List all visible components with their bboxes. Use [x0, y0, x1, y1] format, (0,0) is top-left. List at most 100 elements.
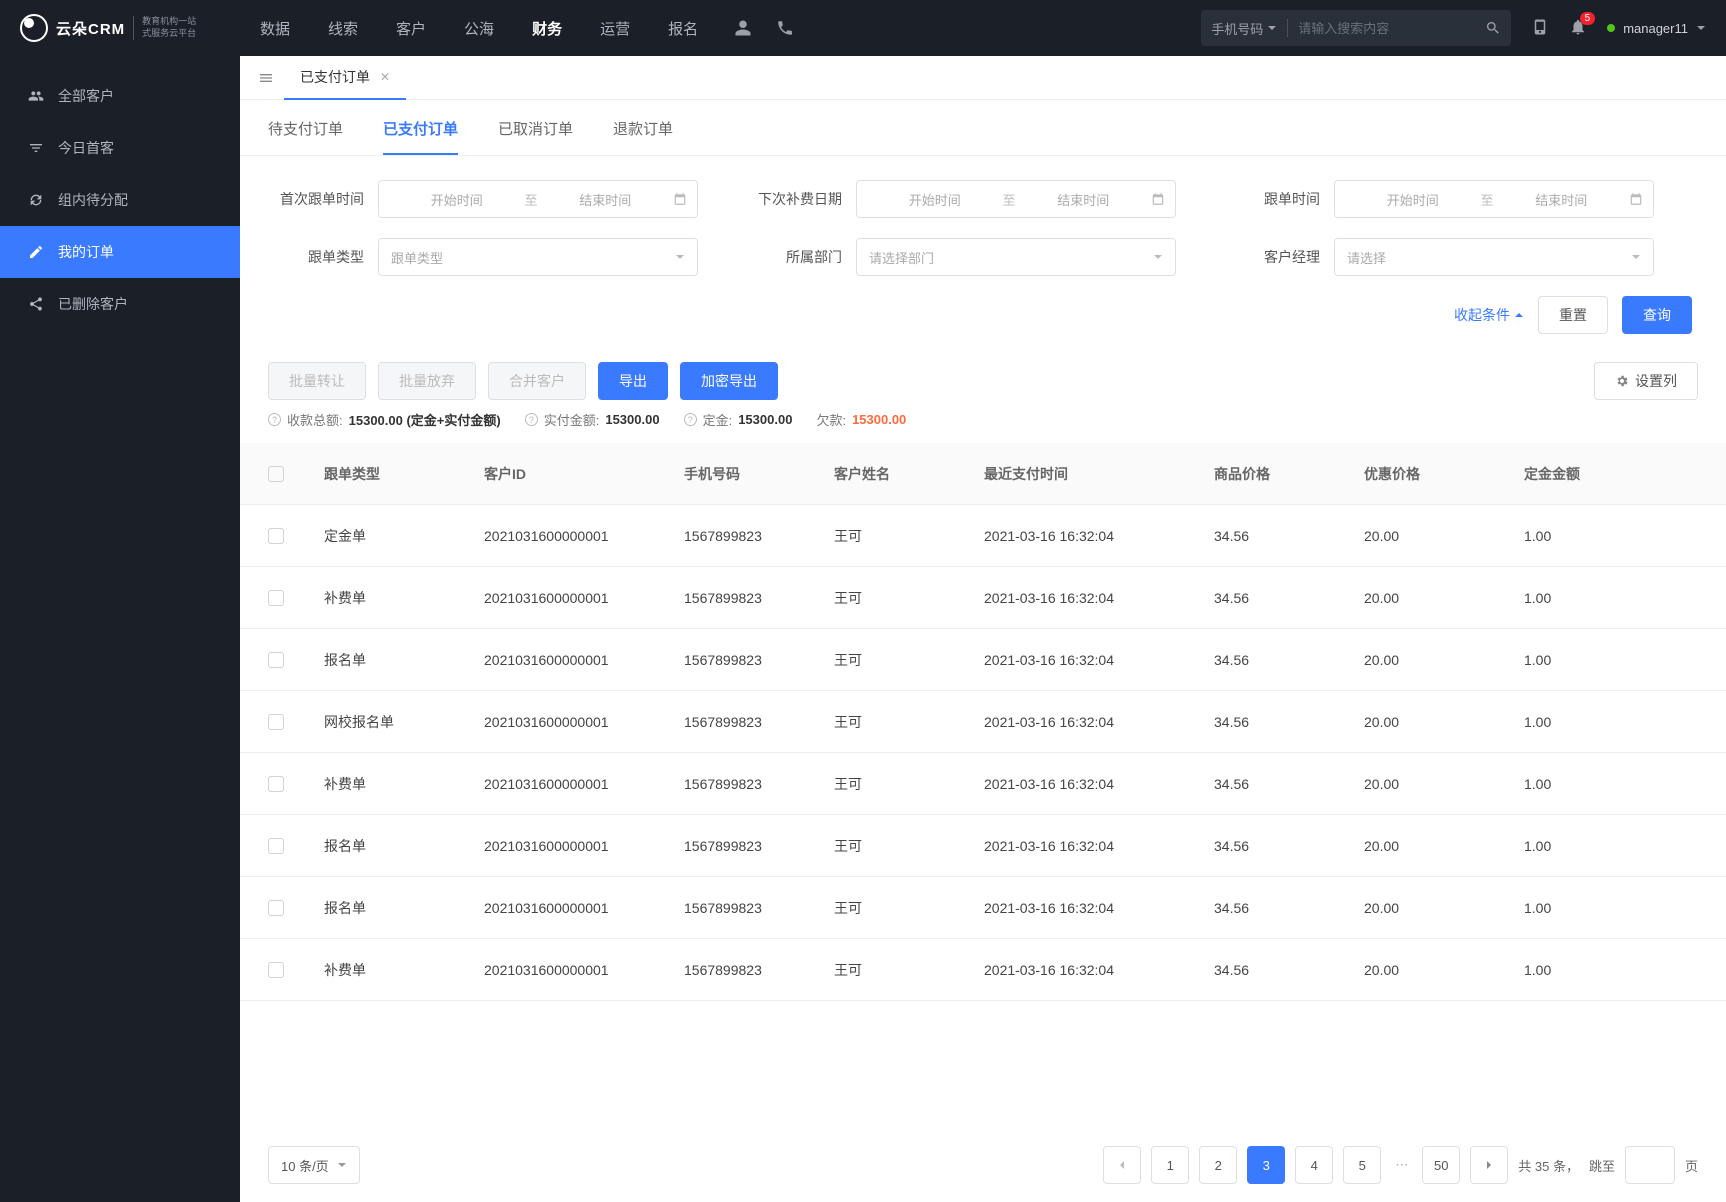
- cell-name: 王可: [834, 650, 984, 670]
- subtab[interactable]: 已支付订单: [383, 118, 458, 155]
- table-row[interactable]: 补费单20210316000000011567899823王可2021-03-1…: [240, 567, 1726, 629]
- table-row[interactable]: 报名单20210316000000011567899823王可2021-03-1…: [240, 877, 1726, 939]
- row-checkbox[interactable]: [268, 900, 284, 916]
- cell-name: 王可: [834, 712, 984, 732]
- cell-cid: 2021031600000001: [484, 776, 684, 792]
- manager-select[interactable]: 请选择: [1334, 238, 1654, 276]
- top-nav-item[interactable]: 公海: [464, 18, 494, 39]
- chevron-down-icon: [1696, 23, 1706, 33]
- top-nav-item[interactable]: 线索: [328, 18, 358, 39]
- cell-cid: 2021031600000001: [484, 962, 684, 978]
- table-row[interactable]: 报名单20210316000000011567899823王可2021-03-1…: [240, 815, 1726, 877]
- table-row[interactable]: 定金单20210316000000011567899823王可2021-03-1…: [240, 505, 1726, 567]
- row-checkbox[interactable]: [268, 652, 284, 668]
- table-row[interactable]: 补费单20210316000000011567899823王可2021-03-1…: [240, 753, 1726, 815]
- page-num[interactable]: 5: [1343, 1146, 1381, 1184]
- phone-icon[interactable]: [776, 19, 794, 37]
- help-icon[interactable]: ?: [268, 413, 281, 426]
- cell-name: 王可: [834, 836, 984, 856]
- table-row[interactable]: 补费单20210316000000011567899823王可2021-03-1…: [240, 939, 1726, 1001]
- top-nav-item[interactable]: 财务: [532, 18, 562, 39]
- page-last[interactable]: 50: [1422, 1146, 1460, 1184]
- help-icon[interactable]: ?: [684, 413, 697, 426]
- jump-input[interactable]: [1625, 1146, 1675, 1184]
- cell-price: 34.56: [1214, 776, 1364, 792]
- sidebar-item[interactable]: 组内待分配: [0, 174, 240, 226]
- filter-label: 下次补费日期: [746, 189, 842, 209]
- merge-button[interactable]: 合并客户: [488, 362, 586, 400]
- user-icon[interactable]: [734, 19, 752, 37]
- collapse-filters[interactable]: 收起条件: [1454, 305, 1524, 325]
- cell-type: 定金单: [324, 526, 484, 546]
- first-follow-range[interactable]: 开始时间 至 结束时间: [378, 180, 698, 218]
- page-size-select[interactable]: 10 条/页: [268, 1146, 360, 1184]
- menu-toggle[interactable]: [248, 70, 284, 86]
- row-checkbox[interactable]: [268, 528, 284, 544]
- search-input[interactable]: [1298, 21, 1485, 36]
- row-checkbox[interactable]: [268, 776, 284, 792]
- sidebar-item[interactable]: 全部客户: [0, 70, 240, 122]
- follow-time-range[interactable]: 开始时间 至 结束时间: [1334, 180, 1654, 218]
- set-cols-button[interactable]: 设置列: [1594, 362, 1698, 400]
- chevron-down-icon: [675, 252, 685, 262]
- top-nav-item[interactable]: 报名: [668, 18, 698, 39]
- follow-type-select[interactable]: 跟单类型: [378, 238, 698, 276]
- page-tab[interactable]: 已支付订单 ✕: [284, 56, 406, 100]
- bell-icon[interactable]: 5: [1569, 18, 1587, 39]
- subtab[interactable]: 退款订单: [613, 118, 673, 155]
- user-menu[interactable]: manager11: [1607, 21, 1706, 36]
- select-all-checkbox[interactable]: [268, 466, 284, 482]
- export-button[interactable]: 导出: [598, 362, 668, 400]
- sidebar-item[interactable]: 已删除客户: [0, 278, 240, 330]
- page-num[interactable]: 4: [1295, 1146, 1333, 1184]
- filter-label: 所属部门: [746, 247, 842, 267]
- page-num[interactable]: 2: [1199, 1146, 1237, 1184]
- reset-button[interactable]: 重置: [1538, 296, 1608, 334]
- device-icon[interactable]: [1531, 18, 1549, 39]
- cell-time: 2021-03-16 16:32:04: [984, 528, 1214, 544]
- row-checkbox[interactable]: [268, 590, 284, 606]
- calendar-icon: [1151, 192, 1165, 206]
- search-type[interactable]: 手机号码: [1211, 19, 1277, 38]
- top-nav-item[interactable]: 客户: [396, 18, 426, 39]
- query-button[interactable]: 查询: [1622, 296, 1692, 334]
- page-num[interactable]: 3: [1247, 1146, 1285, 1184]
- cell-cid: 2021031600000001: [484, 714, 684, 730]
- pager: 10 条/页 12345 ⋯ 50 共 35 条， 跳至 页: [240, 1128, 1726, 1202]
- close-icon[interactable]: ✕: [380, 70, 390, 84]
- cell-price: 34.56: [1214, 838, 1364, 854]
- batch-transfer-button[interactable]: 批量转让: [268, 362, 366, 400]
- cell-type: 补费单: [324, 774, 484, 794]
- next-fee-range[interactable]: 开始时间 至 结束时间: [856, 180, 1176, 218]
- brand-name: 云朵CRM: [56, 18, 125, 39]
- enc-export-button[interactable]: 加密导出: [680, 362, 778, 400]
- cell-discount: 20.00: [1364, 838, 1524, 854]
- logo-icon: [20, 14, 48, 42]
- batch-abandon-button[interactable]: 批量放弃: [378, 362, 476, 400]
- table-row[interactable]: 报名单20210316000000011567899823王可2021-03-1…: [240, 629, 1726, 691]
- notif-badge: 5: [1580, 12, 1596, 25]
- toolbar: 批量转让 批量放弃 合并客户 导出 加密导出 设置列: [240, 342, 1726, 410]
- cell-cid: 2021031600000001: [484, 838, 684, 854]
- page-next[interactable]: [1470, 1146, 1508, 1184]
- cell-discount: 20.00: [1364, 528, 1524, 544]
- subtab[interactable]: 待支付订单: [268, 118, 343, 155]
- sidebar-item[interactable]: 今日首客: [0, 122, 240, 174]
- cell-name: 王可: [834, 526, 984, 546]
- page-prev[interactable]: [1103, 1146, 1141, 1184]
- cell-phone: 1567899823: [684, 838, 834, 854]
- top-nav-item[interactable]: 数据: [260, 18, 290, 39]
- top-nav-item[interactable]: 运营: [600, 18, 630, 39]
- table-row[interactable]: 网校报名单20210316000000011567899823王可2021-03…: [240, 691, 1726, 753]
- dept-select[interactable]: 请选择部门: [856, 238, 1176, 276]
- page-ellipsis: ⋯: [1391, 1157, 1412, 1173]
- search-icon[interactable]: [1485, 20, 1501, 36]
- row-checkbox[interactable]: [268, 714, 284, 730]
- sidebar-item[interactable]: 我的订单: [0, 226, 240, 278]
- page-num[interactable]: 1: [1151, 1146, 1189, 1184]
- subtab[interactable]: 已取消订单: [498, 118, 573, 155]
- row-checkbox[interactable]: [268, 962, 284, 978]
- filter-label: 首次跟单时间: [268, 189, 364, 209]
- row-checkbox[interactable]: [268, 838, 284, 854]
- help-icon[interactable]: ?: [525, 413, 538, 426]
